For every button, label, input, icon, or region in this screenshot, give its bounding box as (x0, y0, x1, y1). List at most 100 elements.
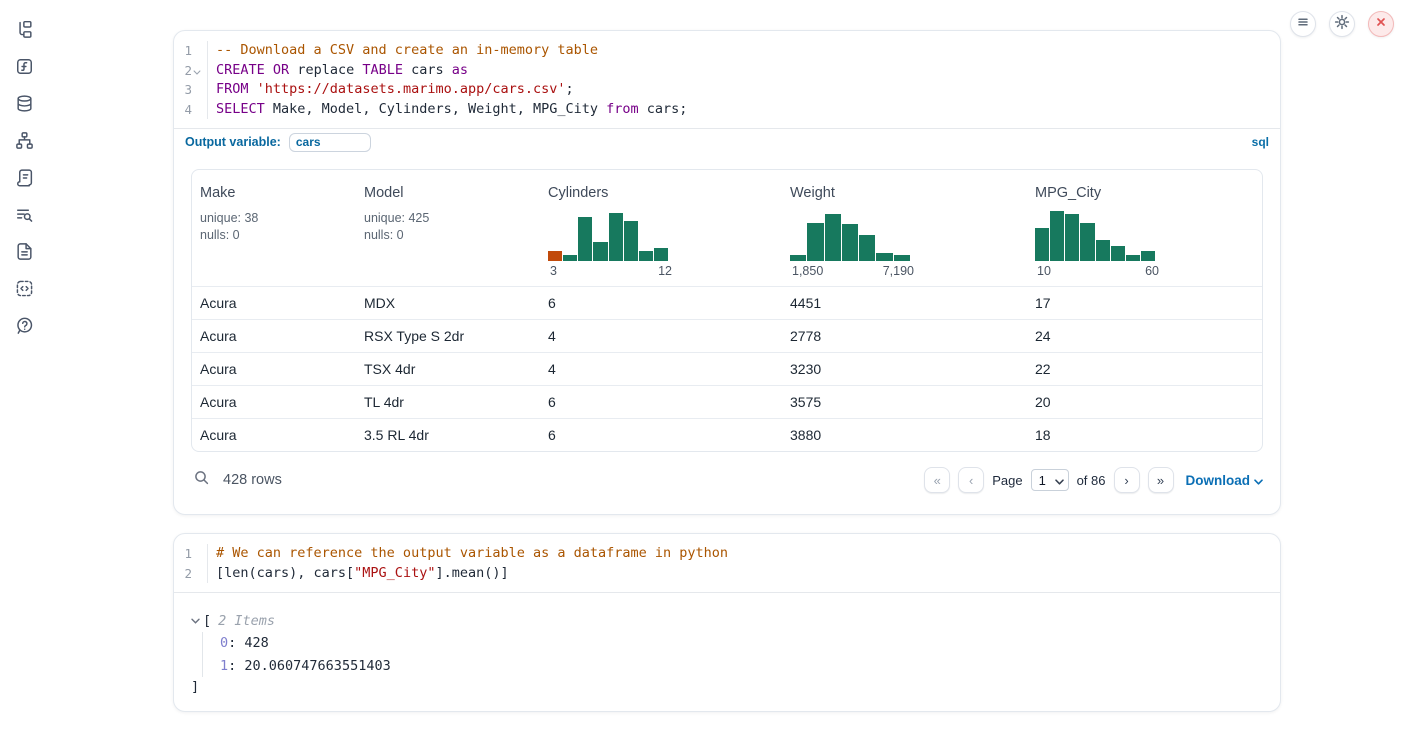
sidebar-documentation-button[interactable] (14, 244, 34, 264)
table-cell: 18 (1027, 419, 1262, 451)
page-total-label: of 86 (1077, 473, 1106, 488)
histogram-bar (894, 255, 910, 261)
column-label: Model (364, 185, 532, 201)
code-line: [len(cars), cars["MPG_City"].mean()] (216, 564, 1280, 584)
documentation-icon (15, 242, 34, 266)
sidebar-logs-button[interactable] (14, 207, 34, 227)
line-number: 2 (184, 61, 192, 81)
table-cell: 4 (540, 353, 782, 385)
table-cell: 3575 (782, 386, 1027, 418)
tree-close-bracket: ] (191, 677, 1263, 697)
tree-entry-value: 428 (244, 635, 268, 651)
histogram-bar (1096, 240, 1110, 262)
sidebar-scratchpad-button[interactable] (14, 170, 34, 190)
column-histogram[interactable] (548, 209, 668, 261)
first-page-button[interactable]: « (924, 467, 950, 493)
sidebar-help-button[interactable] (14, 318, 34, 338)
table-cell: 2778 (782, 320, 1027, 352)
table-cell: 20 (1027, 386, 1262, 418)
histogram-bar (1065, 214, 1079, 262)
column-label: MPG_City (1035, 185, 1254, 201)
column-histogram[interactable] (1035, 209, 1155, 261)
histogram-bar (876, 253, 892, 261)
sidebar-dependency-graph-button[interactable] (14, 133, 34, 153)
tree-collapse-chevron-icon[interactable] (191, 618, 203, 624)
line-number: 2 (184, 564, 192, 584)
column-header-model[interactable]: Modelunique: 425nulls: 0 (356, 170, 540, 286)
close-icon (1372, 13, 1390, 36)
histogram-bar (790, 255, 806, 261)
table-cell: 3230 (782, 353, 1027, 385)
python-cell: 12 # We can reference the output variabl… (173, 533, 1281, 712)
tree-entry-key: 1 (220, 658, 228, 674)
histogram-range-labels: 1,8507,190 (790, 264, 916, 278)
output-variable-input[interactable] (289, 133, 371, 152)
menu-button[interactable] (1290, 11, 1316, 37)
histogram-bar (1111, 246, 1125, 262)
search-icon[interactable] (193, 469, 210, 491)
download-button[interactable]: Download (1186, 473, 1264, 488)
table-cell: 17 (1027, 287, 1262, 319)
table-cell: 22 (1027, 353, 1262, 385)
histogram-bar (1080, 223, 1094, 261)
histogram-range-labels: 312 (548, 264, 674, 278)
line-number: 1 (184, 544, 192, 564)
sidebar-database-button[interactable] (14, 96, 34, 116)
histogram-bar (639, 251, 653, 261)
sql-cell: 1234 -- Download a CSV and create an in-… (173, 30, 1281, 515)
table-cell: Acura (192, 386, 356, 418)
gear-icon (1333, 13, 1351, 36)
language-tag[interactable]: sql (1252, 135, 1269, 149)
pagination: « ‹ Page 1 of 86 › » (924, 467, 1173, 493)
histogram-bar (624, 221, 638, 261)
histogram-bar (654, 248, 668, 262)
histogram-bar (609, 213, 623, 261)
snippets-icon (15, 279, 34, 303)
sidebar-function-button[interactable] (14, 59, 34, 79)
histogram-bar (859, 235, 875, 261)
table-cell: 4 (540, 320, 782, 352)
column-header-cylinders[interactable]: Cylinders312 (540, 170, 782, 286)
sql-code-editor[interactable]: 1234 -- Download a CSV and create an in-… (174, 31, 1280, 128)
file-tree-icon (15, 20, 34, 44)
tree-entry-key: 0 (220, 635, 228, 651)
table-cell: 6 (540, 419, 782, 451)
sidebar-file-tree-button[interactable] (14, 22, 34, 42)
histogram-bar (1141, 251, 1155, 261)
fold-chevron-icon[interactable] (193, 61, 202, 81)
next-page-button[interactable]: › (1114, 467, 1140, 493)
table-cell: Acura (192, 353, 356, 385)
close-app-button[interactable] (1368, 11, 1394, 37)
code-line: FROM 'https://datasets.marimo.app/cars.c… (216, 80, 1280, 100)
table-cell: 3880 (782, 419, 1027, 451)
scratchpad-icon (15, 168, 34, 192)
column-header-mpg_city[interactable]: MPG_City1060 (1027, 170, 1262, 286)
page-select-value: 1 (1039, 473, 1046, 488)
prev-page-button[interactable]: ‹ (958, 467, 984, 493)
column-header-make[interactable]: Make unique: 38nulls: 0 (192, 170, 356, 286)
code-line: CREATE OR replace TABLE cars as (216, 61, 1280, 81)
histogram-bar (548, 251, 562, 261)
column-label: Make (200, 185, 348, 201)
database-icon (15, 94, 34, 118)
left-sidebar (0, 0, 48, 729)
table-row: AcuraMDX6445117 (192, 286, 1262, 319)
hamburger-icon (1294, 13, 1312, 36)
last-page-button[interactable]: » (1148, 467, 1174, 493)
table-footer: 428 rows « ‹ Page 1 of 86 › » Download (174, 452, 1280, 493)
chevron-down-icon (1055, 473, 1064, 488)
settings-button[interactable] (1329, 11, 1355, 37)
output-variable-label: Output variable: (185, 135, 281, 149)
tree-open-bracket: [ (203, 613, 211, 629)
python-code-editor[interactable]: 12 # We can reference the output variabl… (174, 534, 1280, 592)
row-count: 428 rows (223, 472, 282, 488)
sidebar-snippets-button[interactable] (14, 281, 34, 301)
histogram-bar (1126, 255, 1140, 262)
table-header-row: Make unique: 38nulls: 0Modelunique: 425nu… (192, 170, 1262, 286)
page-select[interactable]: 1 (1031, 469, 1069, 491)
column-histogram[interactable] (790, 209, 910, 261)
column-header-weight[interactable]: Weight1,8507,190 (782, 170, 1027, 286)
histogram-bar (563, 255, 577, 261)
column-stats: unique: 38nulls: 0 (200, 210, 348, 244)
histogram-bar (825, 214, 841, 262)
